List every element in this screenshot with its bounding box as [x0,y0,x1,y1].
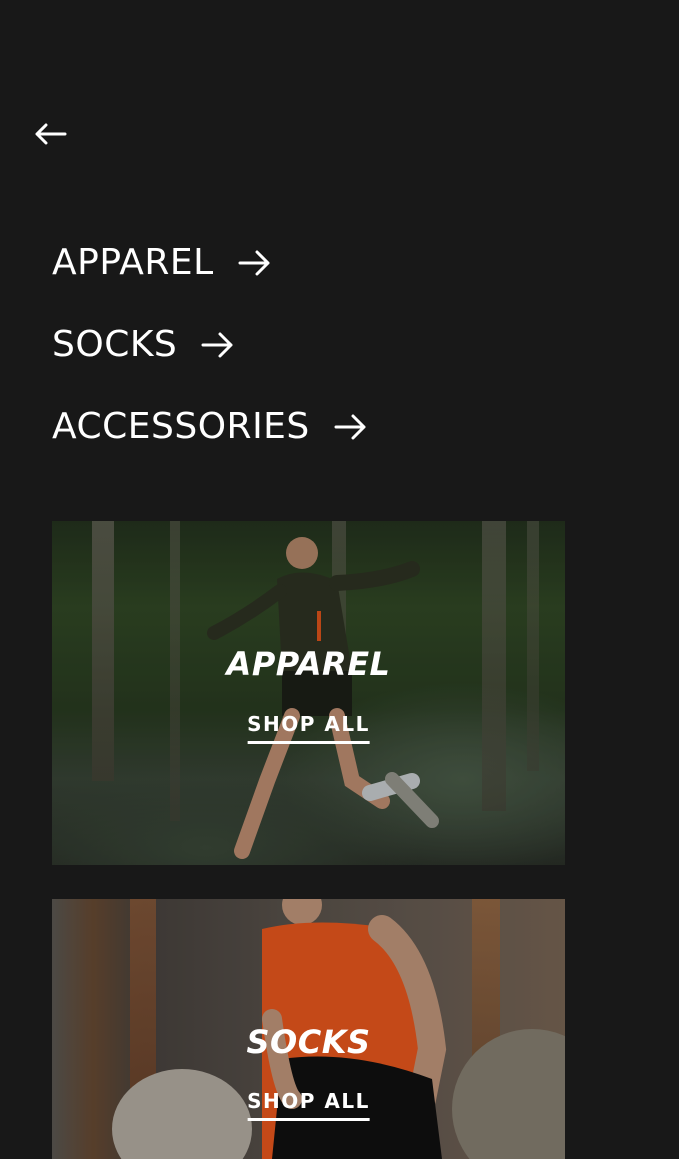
menu-item-socks[interactable]: SOCKS [52,304,368,386]
menu-item-accessories[interactable]: ACCESSORIES [52,386,368,468]
menu-item-label: APPAREL [52,242,214,283]
menu-item-apparel[interactable]: APPAREL [52,222,368,304]
menu-item-label: ACCESSORIES [52,406,310,447]
shop-all-link[interactable]: SHOP ALL [247,1089,370,1121]
category-menu: APPAREL SOCKS ACCESSORIES [52,222,368,468]
arrow-right-icon [238,248,272,278]
arrow-right-icon [334,412,368,442]
promo-card-title: APPAREL [226,645,391,683]
menu-item-label: SOCKS [52,324,178,365]
arrow-right-icon [201,330,235,360]
shop-all-link[interactable]: SHOP ALL [247,712,370,744]
back-button[interactable] [30,116,70,152]
promo-card-title: SOCKS [246,1023,371,1061]
promo-card-apparel[interactable]: APPAREL SHOP ALL [52,521,565,865]
promo-card-socks[interactable]: SOCKS SHOP ALL [52,899,565,1159]
arrow-left-icon [35,123,67,145]
